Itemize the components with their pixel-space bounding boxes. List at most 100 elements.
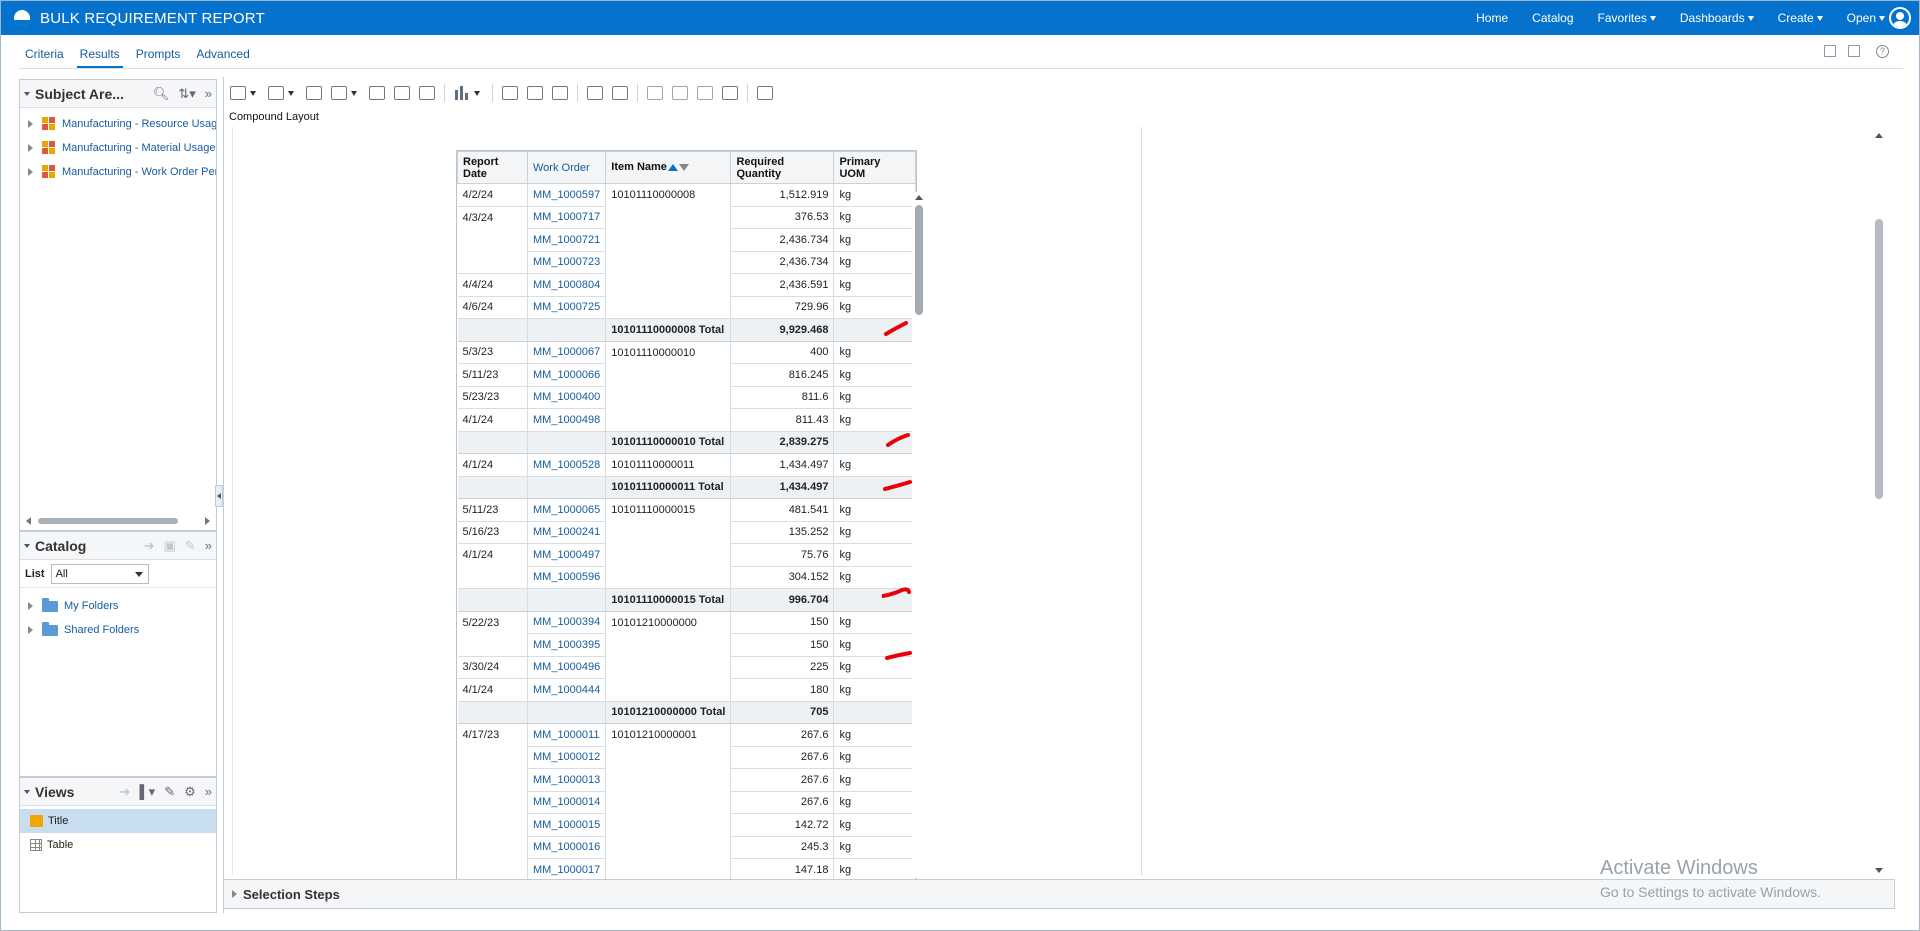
nav-dashboards[interactable]: Dashboards bbox=[1680, 11, 1754, 25]
print-icon[interactable] bbox=[230, 86, 246, 100]
work-order-link[interactable]: MM_1000596 bbox=[527, 566, 607, 589]
nav-create[interactable]: Create bbox=[1778, 11, 1823, 25]
new-view-icon[interactable]: ▌▾ bbox=[139, 784, 155, 800]
header-item-name[interactable]: Item Name bbox=[605, 151, 732, 184]
collapse-icon[interactable] bbox=[24, 543, 30, 548]
sort-icon[interactable]: ⇅▾ bbox=[178, 86, 195, 102]
refresh-icon[interactable] bbox=[394, 86, 410, 100]
work-order-link[interactable]: MM_1000717 bbox=[527, 206, 607, 229]
work-order-link[interactable]: MM_1000497 bbox=[527, 543, 607, 567]
catalog-list-select[interactable]: All bbox=[50, 563, 149, 584]
scroll-thumb[interactable] bbox=[915, 205, 923, 315]
work-order-link[interactable]: MM_1000496 bbox=[527, 656, 607, 679]
oracle-logo-icon[interactable] bbox=[14, 10, 30, 26]
table-vscrollbar[interactable] bbox=[912, 192, 926, 878]
export-icon[interactable] bbox=[268, 86, 284, 100]
new-view-chart-icon[interactable] bbox=[454, 86, 470, 100]
header-primary-uom[interactable]: Primary UOM bbox=[833, 151, 917, 184]
collapse-icon[interactable] bbox=[24, 91, 30, 96]
layout-icon[interactable] bbox=[331, 86, 347, 100]
work-order-link[interactable]: MM_1000065 bbox=[527, 498, 607, 522]
scroll-down-icon[interactable] bbox=[1875, 868, 1883, 873]
work-order-link[interactable]: MM_1000012 bbox=[527, 746, 607, 769]
expand-panel-icon[interactable]: » bbox=[205, 538, 212, 553]
work-order-link[interactable]: MM_1000597 bbox=[527, 183, 607, 207]
view-item-title[interactable]: Title bbox=[20, 809, 216, 833]
expand-icon[interactable] bbox=[28, 626, 33, 634]
nav-open[interactable]: Open bbox=[1847, 11, 1885, 25]
expand-panel-icon[interactable]: » bbox=[205, 784, 212, 799]
scroll-right-icon[interactable] bbox=[205, 517, 210, 525]
chevron-down-icon[interactable] bbox=[250, 90, 256, 96]
chevron-down-icon[interactable] bbox=[474, 90, 480, 96]
work-order-link[interactable]: MM_1000067 bbox=[527, 341, 607, 364]
paste-icon[interactable] bbox=[697, 86, 713, 100]
expand-icon[interactable] bbox=[232, 890, 237, 898]
work-order-link[interactable]: MM_1000015 bbox=[527, 813, 607, 837]
column-selector-icon[interactable] bbox=[502, 86, 518, 100]
chevron-down-icon[interactable] bbox=[351, 90, 357, 96]
table-prompt-icon[interactable] bbox=[587, 86, 603, 100]
expand-panel-icon[interactable]: » bbox=[205, 86, 212, 101]
remove-view-icon[interactable] bbox=[647, 86, 663, 100]
work-order-link[interactable]: MM_1000721 bbox=[527, 228, 607, 252]
preview-icon[interactable] bbox=[369, 86, 385, 100]
work-order-link[interactable]: MM_1000241 bbox=[527, 521, 607, 544]
work-order-link[interactable]: MM_1000017 bbox=[527, 858, 607, 882]
help-icon[interactable]: ? bbox=[1876, 45, 1889, 58]
scroll-thumb[interactable] bbox=[38, 518, 178, 524]
folder-shared-folders[interactable]: Shared Folders bbox=[20, 618, 216, 642]
expand-icon[interactable] bbox=[28, 168, 33, 176]
work-order-link[interactable]: MM_1000394 bbox=[527, 611, 607, 634]
work-order-link[interactable]: MM_1000016 bbox=[527, 836, 607, 859]
nav-home[interactable]: Home bbox=[1476, 11, 1508, 25]
header-work-order[interactable]: Work Order bbox=[526, 151, 607, 184]
header-required-quantity[interactable]: Required Quantity bbox=[730, 151, 835, 184]
user-avatar-icon[interactable] bbox=[1889, 7, 1911, 29]
work-order-link[interactable]: MM_1000013 bbox=[527, 768, 607, 792]
nav-favorites[interactable]: Favorites bbox=[1598, 11, 1656, 25]
compound-properties-icon[interactable] bbox=[722, 86, 738, 100]
view-item-table[interactable]: Table bbox=[20, 833, 216, 857]
nav-catalog[interactable]: Catalog bbox=[1532, 11, 1573, 25]
work-order-link[interactable]: MM_1000066 bbox=[527, 363, 607, 387]
edit-view-icon[interactable]: ✎ bbox=[164, 784, 175, 800]
expand-icon[interactable] bbox=[28, 144, 33, 152]
sort-descending-icon[interactable] bbox=[678, 164, 689, 172]
view-properties-icon[interactable]: ⚙ bbox=[184, 784, 196, 800]
work-order-link[interactable]: MM_1000498 bbox=[527, 408, 607, 432]
scroll-up-icon[interactable] bbox=[1875, 133, 1883, 138]
tab-advanced[interactable]: Advanced bbox=[196, 47, 249, 68]
scroll-left-icon[interactable] bbox=[26, 517, 31, 525]
view-selector-icon[interactable] bbox=[527, 86, 543, 100]
subject-area-item[interactable]: Manufacturing - Work Order Performance bbox=[20, 160, 216, 184]
print-options-icon[interactable] bbox=[419, 86, 435, 100]
work-order-link[interactable]: MM_1000444 bbox=[527, 678, 607, 702]
subject-area-item[interactable]: Manufacturing - Resource Usage bbox=[20, 112, 216, 136]
collapse-icon[interactable] bbox=[24, 789, 30, 794]
filters-icon[interactable] bbox=[612, 86, 628, 100]
schedule-icon[interactable] bbox=[306, 86, 322, 100]
work-order-link[interactable]: MM_1000400 bbox=[527, 386, 607, 409]
work-order-link[interactable]: MM_1000804 bbox=[527, 273, 607, 297]
analysis-properties-icon[interactable] bbox=[757, 86, 773, 100]
save-as-icon[interactable] bbox=[1848, 45, 1860, 57]
tab-prompts[interactable]: Prompts bbox=[136, 47, 181, 68]
canvas-vscrollbar[interactable] bbox=[1873, 133, 1885, 873]
work-order-link[interactable]: MM_1000725 bbox=[527, 296, 607, 319]
panel-splitter[interactable] bbox=[215, 485, 223, 507]
subject-areas-hscrollbar[interactable] bbox=[26, 516, 210, 526]
work-order-link[interactable]: MM_1000011 bbox=[527, 723, 607, 747]
expand-icon[interactable] bbox=[28, 602, 33, 610]
work-order-link[interactable]: MM_1000014 bbox=[527, 791, 607, 814]
work-order-link[interactable]: MM_1000395 bbox=[527, 633, 607, 657]
folder-my-folders[interactable]: My Folders bbox=[20, 594, 216, 618]
header-report-date[interactable]: Report Date bbox=[457, 151, 528, 184]
chevron-down-icon[interactable] bbox=[288, 90, 294, 96]
cut-icon[interactable] bbox=[672, 86, 688, 100]
expand-icon[interactable] bbox=[28, 120, 33, 128]
save-icon[interactable] bbox=[1824, 45, 1836, 57]
work-order-link[interactable]: MM_1000723 bbox=[527, 251, 607, 274]
tab-criteria[interactable]: Criteria bbox=[25, 47, 64, 68]
scroll-up-icon[interactable] bbox=[915, 195, 923, 200]
